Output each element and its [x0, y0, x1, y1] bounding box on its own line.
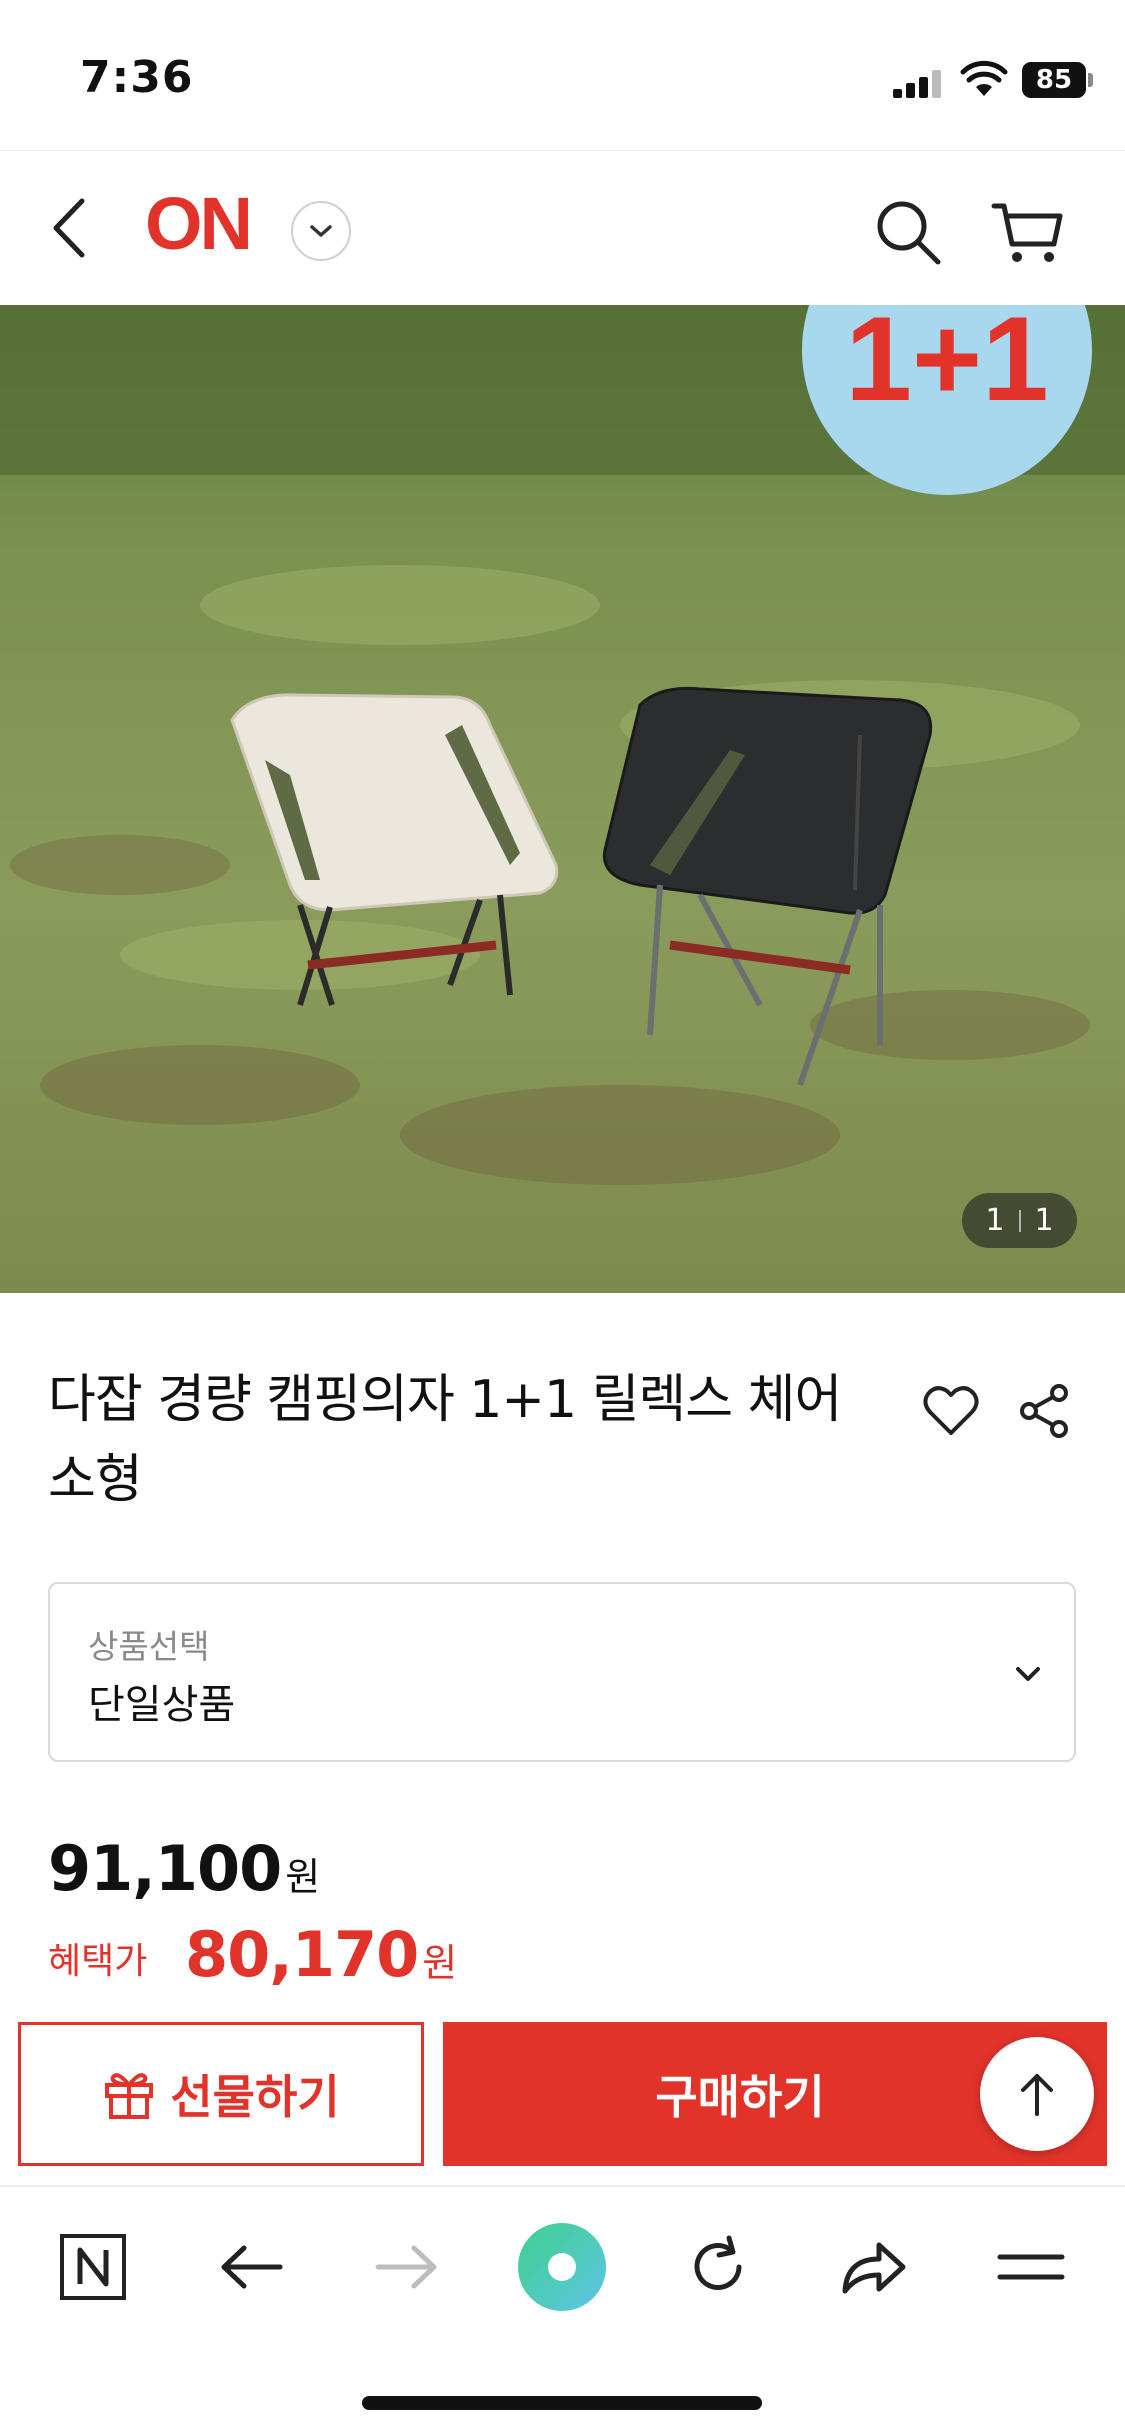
- cart-icon[interactable]: [990, 196, 1066, 268]
- original-price-value: 91,100: [48, 1832, 282, 1905]
- promo-badge-text: 1+1: [845, 305, 1049, 426]
- green-dot-glyph: [518, 2223, 606, 2311]
- option-value: 단일상품: [88, 1682, 236, 1728]
- benefit-price-value: 80,170: [185, 1918, 419, 1991]
- benefit-price-unit: 원: [422, 1941, 457, 1985]
- gift-button[interactable]: 선물하기: [18, 2022, 424, 2166]
- signal-icon: [893, 70, 945, 98]
- brand-logo[interactable]: ON: [145, 181, 253, 266]
- reload-icon[interactable]: [673, 2222, 763, 2312]
- gift-button-label: 선물하기: [170, 2070, 340, 2124]
- scroll-top-button[interactable]: [980, 2037, 1094, 2151]
- naver-n-glyph: [60, 2234, 126, 2300]
- chevron-down-icon: [310, 225, 332, 237]
- chevron-down-icon: [1016, 1667, 1040, 1681]
- search-icon[interactable]: [872, 196, 944, 268]
- naver-n-icon[interactable]: [48, 2222, 138, 2312]
- image-counter-total: 1: [1034, 1203, 1054, 1238]
- gift-icon: [105, 2073, 154, 2119]
- share-icon[interactable]: [1017, 1382, 1073, 1440]
- heart-icon[interactable]: [922, 1383, 980, 1439]
- image-counter-current: 1: [985, 1203, 1005, 1238]
- logo-dropdown-button[interactable]: [291, 201, 351, 261]
- status-bar: 7:36 85: [0, 0, 1125, 150]
- benefit-price-label: 혜택가: [48, 1941, 148, 1982]
- forward-arrow-icon[interactable]: [362, 2222, 452, 2312]
- buy-button-label: 구매하기: [655, 2070, 825, 2124]
- original-price-unit: 원: [285, 1855, 320, 1899]
- battery-indicator: 85: [1022, 62, 1086, 98]
- status-time: 7:36: [80, 52, 194, 103]
- green-dot-icon[interactable]: [517, 2222, 607, 2312]
- benefit-price: 80,170 원: [185, 1918, 457, 1991]
- battery-cap: [1088, 73, 1093, 87]
- menu-glyph: [997, 2254, 1065, 2280]
- share-forward-icon[interactable]: [829, 2222, 919, 2312]
- option-select[interactable]: 상품선택 단일상품: [48, 1582, 1076, 1762]
- product-image[interactable]: 1+1: [0, 305, 1125, 1293]
- forward-arrow-glyph: [375, 2245, 437, 2289]
- arrow-up-icon: [1021, 2074, 1053, 2116]
- option-label: 상품선택: [88, 1627, 210, 1666]
- reload-glyph: [694, 2235, 742, 2290]
- home-indicator: [362, 2396, 762, 2410]
- back-icon[interactable]: [42, 191, 102, 266]
- image-counter: 1 1: [962, 1193, 1077, 1248]
- app-header: ON: [0, 150, 1125, 305]
- share-forward-glyph: [842, 2242, 906, 2294]
- back-arrow-glyph: [221, 2245, 283, 2289]
- product-title: 다잡 경량 캠핑의자 1+1 릴렉스 체어 소형: [48, 1370, 842, 1510]
- product-photo: 1+1: [0, 305, 1125, 1293]
- back-arrow-icon[interactable]: [206, 2222, 296, 2312]
- image-counter-separator: [1018, 1209, 1021, 1232]
- menu-icon[interactable]: [986, 2222, 1076, 2312]
- original-price: 91,100 원: [48, 1832, 320, 1905]
- wifi-icon: [960, 60, 1008, 96]
